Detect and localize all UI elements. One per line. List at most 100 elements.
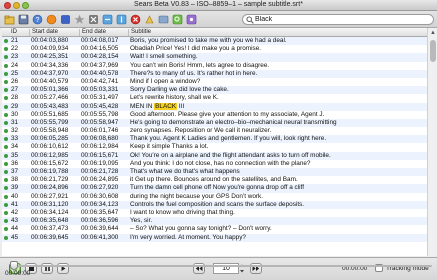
table-row[interactable]: 23 00:04:25,351 00:04:28,154 Wait! I smell … [2, 53, 427, 62]
toolbar: ? [0, 11, 437, 28]
table-row[interactable]: 35 00:06:12,985 00:06:15,671 Ok! You're on … [2, 151, 427, 160]
cell-end: 00:05:58,947 [81, 118, 119, 126]
split-icon[interactable] [116, 14, 127, 25]
subtitle-text: Boris, you promised to take me with you … [130, 37, 287, 44]
cell-subtitle: Controls the fuel composition and scans … [130, 201, 426, 209]
table-row[interactable]: 27 00:05:01,366 00:05:03,331 Sorry Darling … [2, 86, 427, 95]
search-input[interactable] [255, 15, 430, 24]
column-divider[interactable] [79, 29, 80, 36]
subtitle-text: zero synapses. Reposition or We call it … [130, 127, 272, 135]
table-row[interactable]: 40 00:06:27,921 00:06:30,608 during the nig… [2, 193, 427, 201]
cell-id: 38 [11, 176, 19, 184]
cell-subtitle: zero synapses. Reposition or We call it … [130, 127, 426, 135]
cell-end: 00:04:16,505 [81, 45, 119, 53]
open-icon[interactable] [4, 14, 15, 25]
table-row[interactable]: 26 00:04:40,579 00:04:42,741 Mind if I open… [2, 78, 427, 86]
cell-subtitle: Yes, sir. [130, 217, 426, 225]
column-divider[interactable] [128, 29, 129, 36]
table-row[interactable]: 22 00:04:09,934 00:04:16,505 Obadiah Price!… [2, 45, 427, 53]
table-row[interactable]: 33 00:06:05,285 00:06:08,680 Thank you. Age… [2, 135, 427, 144]
cell-start: 00:04:03,880 [31, 37, 69, 44]
column-header-subtitle[interactable]: Subtitle [131, 29, 151, 35]
cell-id: 40 [11, 192, 19, 200]
table-row[interactable]: 30 00:05:51,685 00:05:55,798 Good afternoon… [2, 111, 427, 119]
table-row[interactable]: 21 00:04:03,880 00:04:08,017 Boris, you pro… [2, 37, 427, 46]
star-icon[interactable] [74, 14, 85, 25]
title-bar: Sears Beta V0.83 – ISO–8859–1 – sample s… [0, 0, 437, 11]
table-row[interactable]: 45 00:06:39,645 00:06:41,300 I'm very worri… [2, 233, 427, 242]
cell-start: 00:06:12,985 [31, 151, 69, 159]
table-row[interactable]: 32 00:05:58,948 00:06:01,746 zero synapses.… [2, 127, 427, 135]
cell-end: 00:06:36,596 [81, 217, 119, 225]
scrollbar-thumb[interactable] [430, 40, 436, 62]
table-row[interactable]: 36 00:06:15,672 00:06:19,095 And you think:… [2, 160, 427, 168]
playback-slider-track[interactable] [12, 265, 432, 267]
column-header-end[interactable]: End date [82, 29, 106, 35]
table-row[interactable]: 37 00:06:19,788 00:06:21,728 That's what we… [2, 168, 427, 177]
cell-id: 33 [11, 135, 19, 143]
status-dot-icon [4, 145, 8, 150]
cell-subtitle: Turn the damn cell phone off Now you're … [130, 184, 426, 192]
table-row[interactable]: 31 00:05:55,799 00:05:58,947 He's going to … [2, 118, 427, 128]
record-icon[interactable] [46, 14, 57, 25]
adjust-icon[interactable] [144, 14, 155, 25]
table-row[interactable]: 38 00:06:21,729 00:06:24,895 it Get up ther… [2, 176, 427, 184]
cell-end: 00:06:34,123 [81, 200, 119, 208]
column-header-id[interactable]: ID [11, 29, 17, 35]
cell-subtitle: it Get up there. Bounces around on the s… [130, 176, 426, 184]
table-row[interactable]: 43 00:06:35,648 00:06:36,596 Yes, sir. [2, 217, 427, 226]
cell-subtitle: He's going to demonstrate an electro–bio… [130, 119, 426, 127]
cell-id: 30 [11, 110, 19, 118]
playback-slider-knob[interactable] [10, 261, 18, 270]
cell-end: 00:06:21,728 [81, 168, 119, 175]
close-icon[interactable] [130, 14, 141, 25]
cell-id: 26 [11, 77, 19, 85]
merge-icon[interactable] [102, 14, 113, 25]
cell-end: 00:04:42,741 [81, 77, 119, 85]
subtitle-text: Yes, sir. [130, 217, 153, 225]
table-row[interactable]: 25 00:04:37,970 00:04:40,578 There?s to man… [2, 69, 427, 78]
cell-end: 00:06:35,647 [81, 208, 119, 216]
table-row[interactable]: 41 00:06:31,120 00:06:34,123 Controls the f… [2, 200, 427, 209]
cell-start: 00:06:34,124 [31, 208, 69, 216]
table-row[interactable]: 39 00:06:24,896 00:06:27,920 Turn the damn … [2, 184, 427, 193]
subtitle-text-after: III [177, 102, 185, 110]
help-icon[interactable]: ? [32, 14, 43, 25]
table-row[interactable]: 24 00:04:34,336 00:04:37,969 You can't win … [2, 62, 427, 70]
column-header-start[interactable]: Start date [32, 29, 58, 35]
cell-end: 00:06:15,671 [81, 151, 119, 159]
cell-start: 00:05:27,466 [31, 94, 69, 102]
table-row[interactable]: 28 00:05:27,466 00:05:31,497 Let's rewrite … [2, 94, 427, 102]
vertical-scrollbar[interactable]: ▲ [427, 28, 437, 256]
save-icon[interactable] [18, 14, 29, 25]
move-icon[interactable] [158, 14, 169, 25]
cell-start: 00:05:58,948 [31, 127, 69, 135]
scroll-up-icon[interactable]: ▲ [429, 29, 437, 37]
subtitle-text: And you think: I do not close, has no co… [130, 159, 311, 167]
find-icon[interactable] [172, 14, 183, 25]
cell-subtitle: Let's rewrite history, shall we K. [130, 94, 426, 102]
cell-start: 00:04:09,934 [31, 45, 69, 53]
cell-id: 35 [11, 151, 19, 159]
clear-icon[interactable] [88, 14, 99, 25]
stop-icon[interactable] [60, 14, 71, 25]
column-divider[interactable] [29, 29, 30, 36]
cell-end: 00:06:24,895 [81, 176, 119, 184]
status-dot-icon [4, 202, 8, 207]
cell-end: 00:06:12,984 [81, 143, 119, 151]
cell-subtitle: Thank you. Agent K Ladies and gentlemen.… [130, 135, 426, 143]
search-field[interactable] [242, 14, 434, 25]
options-icon[interactable] [186, 14, 197, 25]
table-row[interactable]: 34 00:06:10,612 00:06:12,984 Keep it simple… [2, 143, 427, 151]
table-row[interactable]: 44 00:06:37,473 00:06:39,644 – So? What you… [2, 225, 427, 233]
cell-end: 00:06:08,680 [81, 135, 119, 143]
cell-subtitle: Obadiah Price! Yes! I did make you a pro… [130, 45, 426, 53]
table-row[interactable]: 42 00:06:34,124 00:06:35,647 I want to know… [2, 209, 427, 217]
table-row[interactable]: 29 00:05:43,483 00:05:45,428 MEN IN BLACK I… [2, 102, 427, 111]
cell-id: 44 [11, 225, 19, 233]
subtitle-text: Controls the fuel composition and scans … [130, 200, 305, 208]
cell-start: 00:06:35,648 [31, 217, 69, 225]
cell-subtitle: Mind if I open a window? [130, 78, 426, 86]
subtitle-text: I want to know who driving that thing. [130, 208, 235, 216]
cell-id: 24 [11, 61, 19, 69]
